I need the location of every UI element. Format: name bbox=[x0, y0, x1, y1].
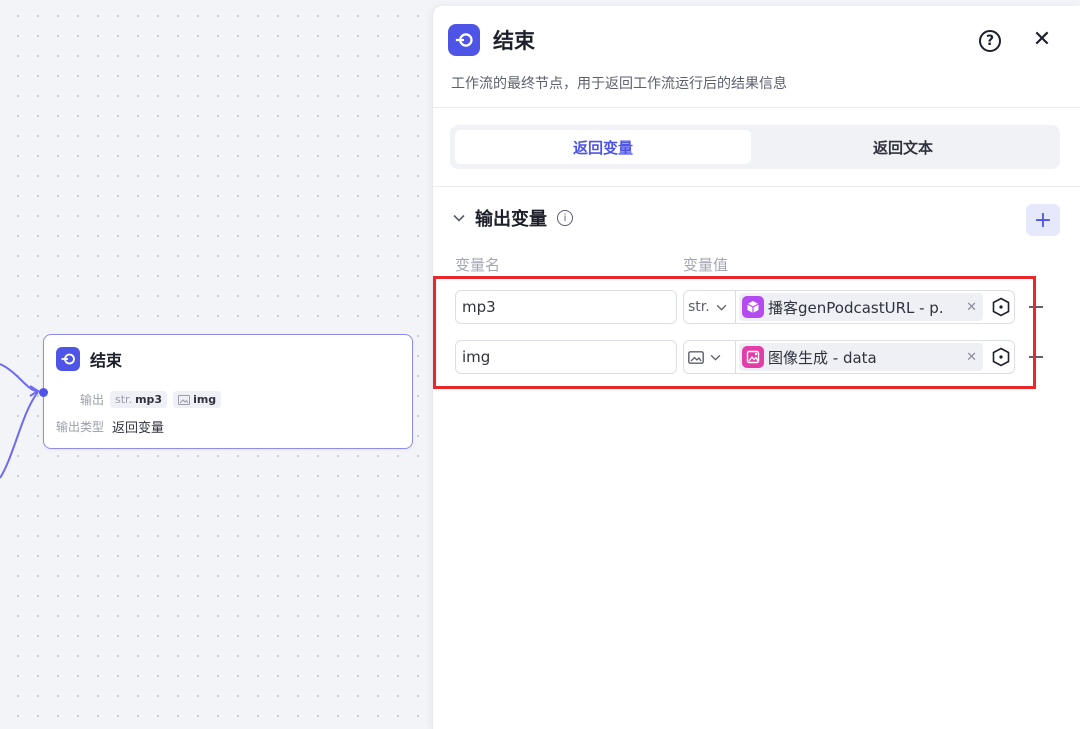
node-output-type-value: 返回变量 bbox=[112, 421, 165, 436]
output-variables-header[interactable]: 输出变量 i bbox=[453, 205, 573, 231]
return-mode-tabs: 返回变量 返回文本 bbox=[450, 125, 1060, 169]
highlight-box bbox=[433, 276, 1036, 389]
end-node-icon bbox=[448, 24, 480, 56]
divider bbox=[433, 107, 1080, 108]
info-icon[interactable]: i bbox=[557, 210, 573, 226]
panel-description: 工作流的最终节点，用于返回工作流运行后的结果信息 bbox=[451, 76, 787, 92]
end-node-icon bbox=[56, 347, 80, 371]
close-icon[interactable]: ✕ bbox=[1031, 29, 1053, 51]
node-output-chip-mp3: str. mp3 bbox=[110, 391, 168, 408]
node-output-chip-img: img bbox=[173, 391, 222, 408]
chevron-down-icon[interactable] bbox=[453, 211, 465, 226]
tab-return-text[interactable]: 返回文本 bbox=[755, 130, 1051, 164]
panel-title: 结束 bbox=[493, 29, 535, 53]
end-node-card[interactable]: 结束 输出 str. mp3 img 输出类型 返回变量 bbox=[39, 334, 413, 449]
tab-return-variables[interactable]: 返回变量 bbox=[455, 130, 751, 164]
section-title: 输出变量 bbox=[475, 209, 547, 230]
divider bbox=[433, 186, 1080, 187]
node-input-port[interactable] bbox=[39, 388, 48, 397]
image-icon bbox=[178, 394, 191, 405]
end-node-settings-panel: 结束 ? ✕ 工作流的最终节点，用于返回工作流运行后的结果信息 返回变量 返回文… bbox=[432, 6, 1080, 729]
add-variable-button[interactable]: + bbox=[1026, 204, 1060, 236]
column-header-name: 变量名 bbox=[455, 256, 501, 274]
node-output-label: 输出 bbox=[80, 393, 105, 407]
help-icon[interactable]: ? bbox=[979, 30, 1001, 52]
node-output-type-label: 输出类型 bbox=[56, 420, 105, 434]
column-header-value: 变量值 bbox=[683, 256, 729, 274]
node-title: 结束 bbox=[90, 351, 123, 370]
